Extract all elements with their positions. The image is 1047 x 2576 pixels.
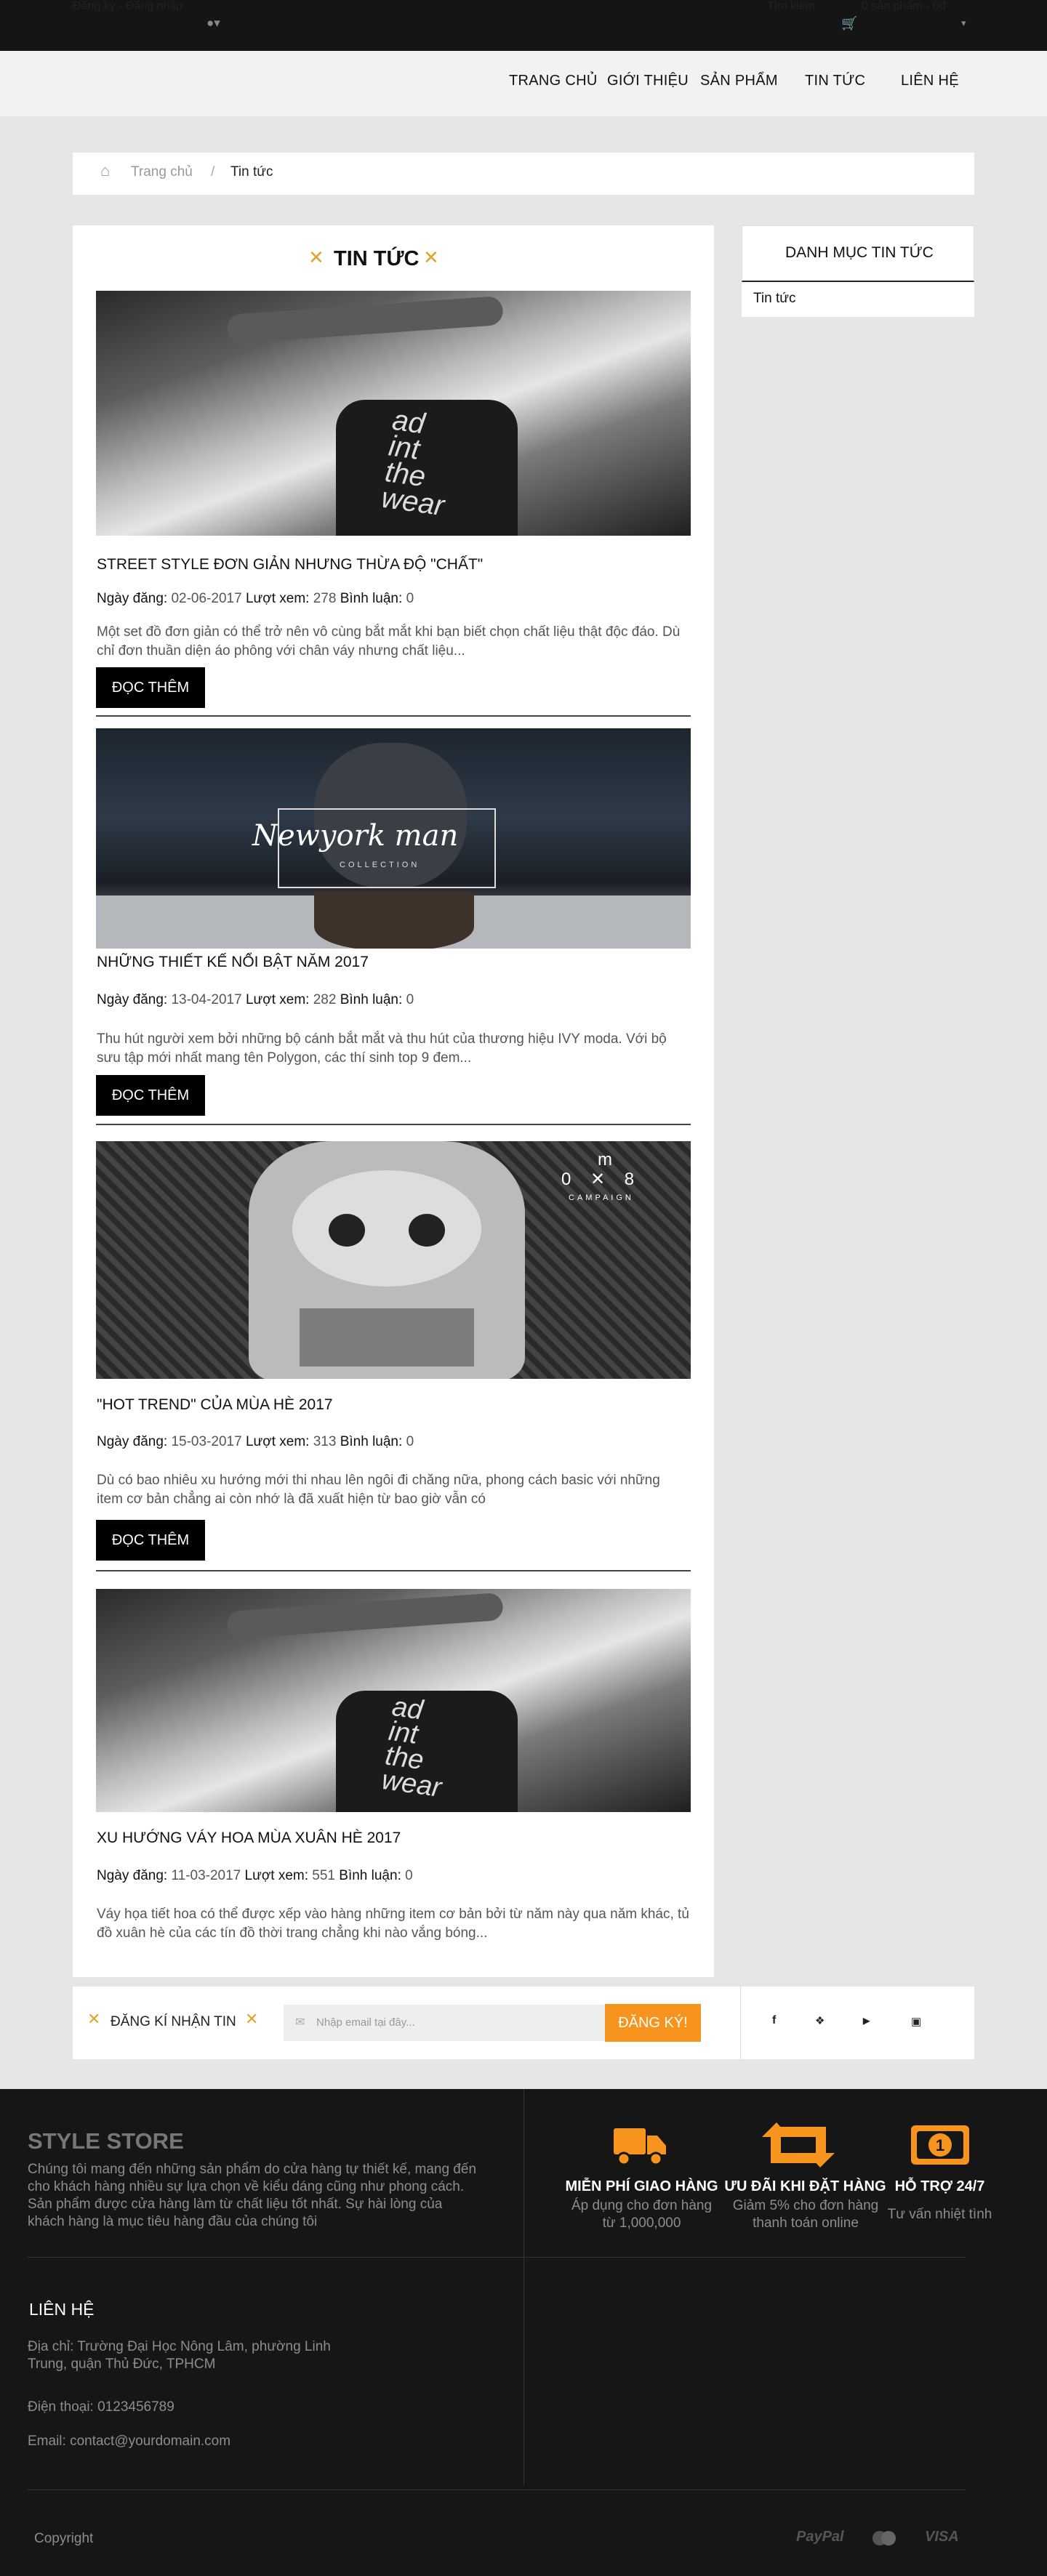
footer-about: Chúng tôi mang đến những sản phẩm do cửa… <box>28 2162 477 2229</box>
youtube-icon[interactable]: ▶ <box>863 2016 870 2026</box>
feature-title: ƯU ĐÃI KHI ĐẶT HÀNG <box>724 2178 886 2194</box>
post-excerpt: Một set đồ đơn giản có thể trở nên vô cù… <box>97 624 681 659</box>
retweet-icon <box>762 2122 835 2168</box>
divider <box>96 1124 691 1125</box>
image-caption: m <box>598 1150 612 1170</box>
post-excerpt: Váy họa tiết hoa có thể được xếp vào hàn… <box>97 1907 689 1941</box>
user-icon[interactable]: ●▾ <box>206 16 220 31</box>
feature-title: MIỄN PHÍ GIAO HÀNG <box>565 2178 718 2194</box>
search-link[interactable]: Tìm kiếm <box>767 0 815 13</box>
contact-email[interactable]: Email: contact@yourdomain.com <box>28 2433 230 2450</box>
account-link[interactable]: Đăng ký - Đăng nhập <box>73 0 182 13</box>
instagram-icon[interactable]: ▣ <box>911 2015 921 2028</box>
breadcrumb-home[interactable]: Trang chủ <box>131 164 193 180</box>
post-excerpt: Dù có bao nhiêu xu hướng mới thi nhau lê… <box>97 1473 660 1507</box>
chevron-down-icon[interactable]: ▾ <box>961 17 966 29</box>
paypal-icon: PayPal <box>796 2529 844 2545</box>
post-meta: Ngày đăng: 02-06-2017 Lượt xem: 278 Bình… <box>97 591 414 606</box>
page-title: TIN TỨC <box>334 247 420 270</box>
post-meta: Ngày đăng: 15-03-2017 Lượt xem: 313 Bình… <box>97 1434 414 1449</box>
email-placeholder: Nhập email tại đây... <box>316 2016 415 2029</box>
subscribe-button[interactable]: ĐĂNG KÝ! <box>605 2004 701 2042</box>
post-title[interactable]: NHỮNG THIẾT KẾ NỔI BẬT NĂM 2017 <box>97 954 369 971</box>
contact-phone: Điện thoại: 0123456789 <box>28 2399 174 2415</box>
home-icon[interactable]: ⌂ <box>100 161 110 180</box>
breadcrumb-current: Tin tức <box>230 164 273 180</box>
post-title[interactable]: XU HƯỚNG VÁY HOA MÙA XUÂN HÈ 2017 <box>97 1830 401 1847</box>
money-icon: 1 <box>911 2125 969 2165</box>
post-meta: Ngày đăng: 11-03-2017 Lượt xem: 551 Bình… <box>97 1868 413 1883</box>
read-more-button[interactable]: ĐỌC THÊM <box>96 1520 205 1561</box>
nav-home[interactable]: TRANG CHỦ <box>509 73 598 89</box>
newsletter-title: ĐĂNG KÍ NHẬN TIN <box>111 2014 236 2029</box>
footer-brand: STYLE STORE <box>28 2128 184 2154</box>
sidebar-title: DANH MỤC TIN TỨC <box>785 244 934 261</box>
post-excerpt: Thu hút người xem bởi những bộ cánh bắt … <box>97 1031 667 1066</box>
twitter-icon[interactable]: ❖ <box>815 2014 825 2027</box>
post-image[interactable]: ad int the wear <box>96 291 691 536</box>
mastercard-icon <box>872 2531 896 2545</box>
post-title[interactable]: "HOT TREND" CỦA MÙA HÈ 2017 <box>97 1396 333 1414</box>
image-caption: Newyork man <box>252 819 459 853</box>
copyright: Copyright <box>34 2531 94 2546</box>
breadcrumb <box>73 153 974 195</box>
feature-sub: Áp dụng cho đơn hàng từ 1,000,000 <box>571 2198 713 2231</box>
decor-x-icon: ✕ <box>87 2010 101 2028</box>
post-image[interactable]: Newyork man COLLECTION <box>96 728 691 949</box>
read-more-button[interactable]: ĐỌC THÊM <box>96 1075 205 1116</box>
cart-summary[interactable]: 0 sản phẩm - 0đ <box>862 0 946 13</box>
post-image[interactable]: ad int the wear <box>96 1589 691 1812</box>
post-title[interactable]: STREET STYLE ĐƠN GIẢN NHƯNG THỪA ĐỘ "CHẤ… <box>97 556 483 573</box>
breadcrumb-separator: / <box>211 164 215 180</box>
decor-x-icon: ✕ <box>245 2010 259 2028</box>
divider <box>96 1570 691 1571</box>
feature-sub: Tư vấn nhiệt tình <box>887 2207 992 2222</box>
decor-x-icon: ✕ <box>423 246 439 268</box>
contact-title: LIÊN HỆ <box>29 2300 95 2319</box>
facebook-icon[interactable]: f <box>772 2014 776 2027</box>
contact-address: Địa chỉ: Trường Đại Học Nông Lâm, phường… <box>28 2339 331 2372</box>
post-meta: Ngày đăng: 13-04-2017 Lượt xem: 282 Bình… <box>97 992 414 1007</box>
decor-x-icon: ✕ <box>308 246 324 268</box>
post-image[interactable]: m 0 ✕ 8 CAMPAIGN <box>96 1141 691 1379</box>
sidebar-item-news[interactable]: Tin tức <box>753 291 795 307</box>
divider <box>96 715 691 717</box>
feature-title: HỖ TRỢ 24/7 <box>894 2178 985 2194</box>
image-caption-sub: COLLECTION <box>340 861 420 869</box>
visa-icon: VISA <box>925 2529 959 2545</box>
svg-text:1: 1 <box>936 2136 944 2154</box>
image-caption: 0 ✕ 8 <box>561 1170 642 1189</box>
nav-about[interactable]: GIỚI THIỆU <box>607 73 689 89</box>
nav-contact[interactable]: LIÊN HỆ <box>901 73 959 89</box>
read-more-button[interactable]: ĐỌC THÊM <box>96 667 205 708</box>
feature-sub: Giảm 5% cho đơn hàng thanh toán online <box>732 2198 879 2231</box>
image-caption: CAMPAIGN <box>569 1194 634 1202</box>
cart-icon[interactable]: 🛒 <box>841 16 857 31</box>
envelope-icon: ✉ <box>295 2016 305 2029</box>
nav-news[interactable]: TIN TỨC <box>805 73 865 89</box>
truck-icon <box>614 2128 666 2166</box>
nav-products[interactable]: SẢN PHẨM <box>700 73 778 89</box>
